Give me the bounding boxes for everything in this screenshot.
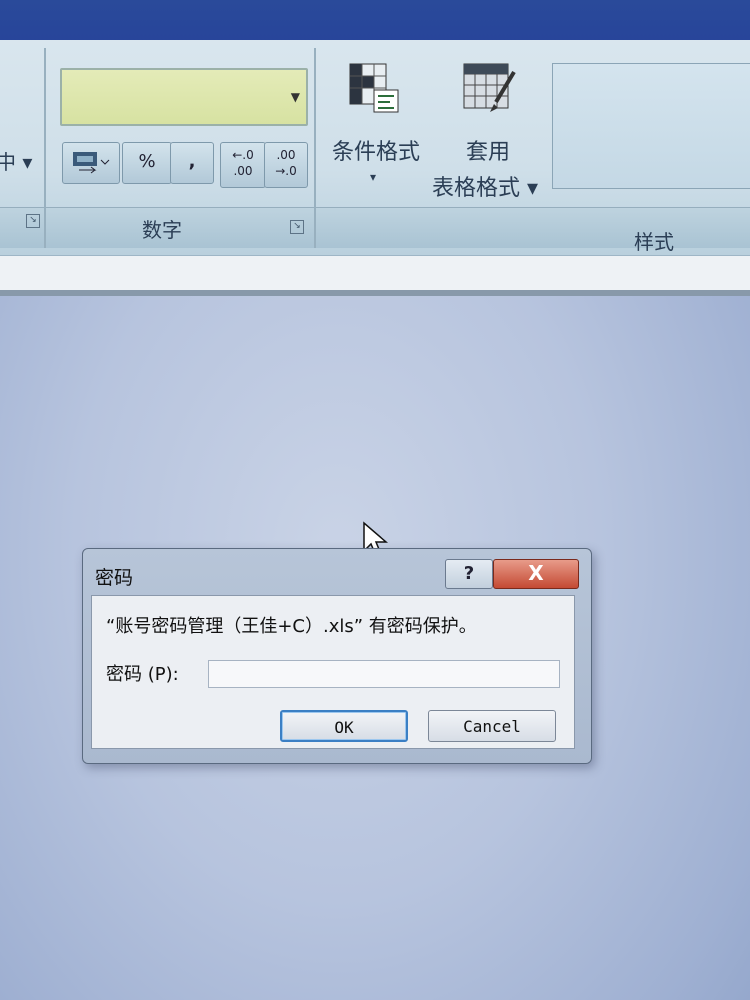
conditional-format-label[interactable]: 条件格式 (332, 134, 420, 166)
formula-bar-area (0, 256, 750, 290)
number-format-combo[interactable]: ▼ (60, 68, 308, 126)
number-group-label: 数字 (142, 218, 182, 242)
comma-style-button[interactable]: , (170, 142, 214, 184)
password-dialog: 密码 ? X “账号密码管理（王佳+C）.xls” 有密码保护。 密码 (P):… (82, 548, 592, 764)
protection-message: “账号密码管理（王佳+C）.xls” 有密码保护。 (106, 616, 477, 637)
increase-decimal-button[interactable]: ←.0 .00 (220, 142, 266, 188)
dialog-launcher-icon[interactable]: ↘ (26, 214, 40, 228)
table-format-label-line2[interactable]: 表格格式 ▾ (432, 170, 538, 202)
close-button[interactable]: X (493, 559, 579, 589)
password-input[interactable] (208, 660, 560, 688)
percent-button[interactable]: % (122, 142, 172, 184)
dialog-body: “账号密码管理（王佳+C）.xls” 有密码保护。 密码 (P): OK Can… (91, 595, 575, 749)
table-format-icon[interactable] (460, 60, 516, 116)
ok-button[interactable]: OK (280, 710, 408, 742)
divider (0, 290, 750, 296)
cancel-button[interactable]: Cancel (428, 710, 556, 742)
accounting-format-button[interactable] (62, 142, 120, 184)
table-format-label-line1[interactable]: 套用 (466, 134, 510, 166)
group-label-bar (316, 207, 750, 248)
dialog-launcher-icon[interactable]: ↘ (290, 220, 304, 234)
decrease-decimal-button[interactable]: .00 →.0 (264, 142, 308, 188)
conditional-format-icon[interactable] (346, 60, 402, 116)
styles-group-label: 样式 (634, 230, 674, 254)
help-button[interactable]: ? (445, 559, 493, 589)
alignment-fragment[interactable]: 中 ▾ (0, 146, 32, 175)
dialog-title: 密码 (95, 567, 134, 589)
chevron-down-icon: ▼ (290, 90, 300, 104)
chevron-down-icon[interactable]: ▾ (370, 170, 376, 184)
currency-icon (73, 152, 110, 174)
password-label: 密码 (P): (106, 664, 179, 685)
cell-styles-gallery[interactable] (552, 63, 750, 189)
